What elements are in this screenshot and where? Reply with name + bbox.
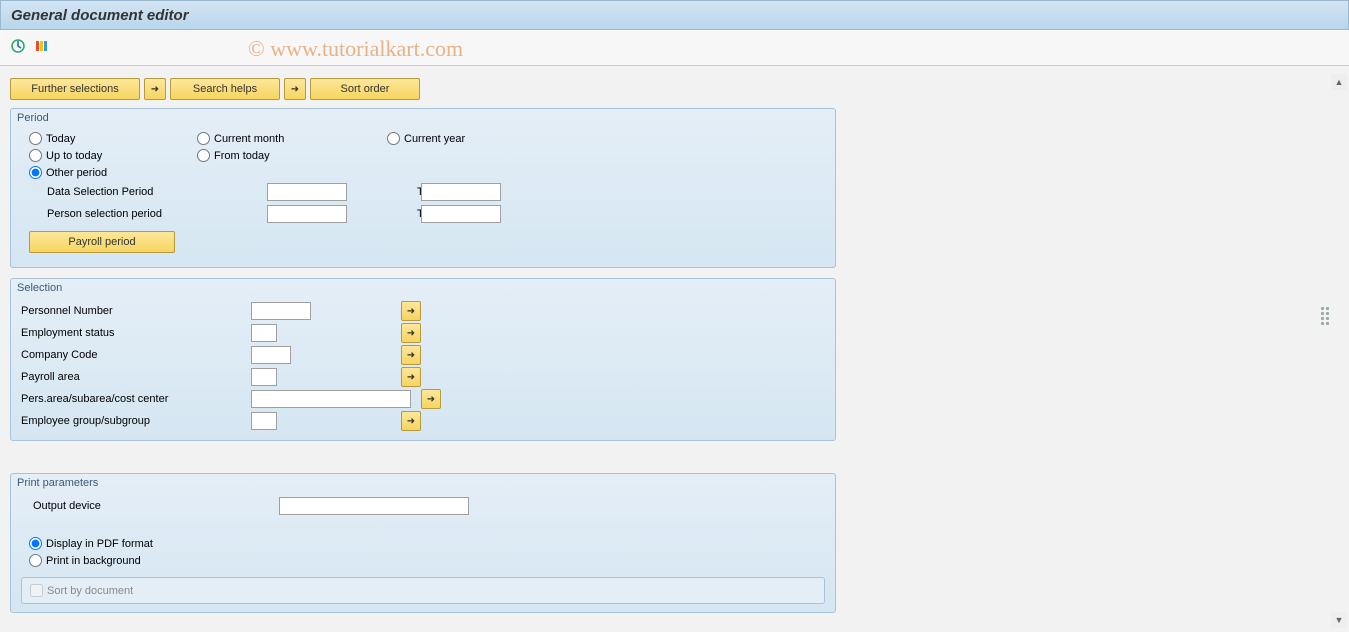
employee-group-input[interactable] [251, 412, 277, 430]
scroll-up-icon[interactable]: ▲ [1331, 74, 1347, 90]
radio-label: From today [214, 150, 270, 162]
page-title: General document editor [11, 7, 189, 24]
search-helps-button[interactable]: Search helps [170, 78, 280, 100]
employee-group-label: Employee group/subgroup [21, 415, 251, 427]
arrow-right-icon [407, 415, 415, 427]
sort-by-document-checkbox: Sort by document [30, 584, 816, 597]
arrow-right-icon [407, 371, 415, 383]
arrow-right-icon [427, 393, 435, 405]
to-label: To [347, 186, 421, 198]
sort-order-arrow-button[interactable] [284, 78, 306, 100]
pers-area-input[interactable] [251, 390, 411, 408]
company-code-label: Company Code [21, 349, 251, 361]
payroll-area-input[interactable] [251, 368, 277, 386]
person-selection-period-label: Person selection period [47, 208, 267, 220]
group-title: Period [11, 109, 835, 130]
radio-display-pdf[interactable]: Display in PDF format [29, 537, 153, 550]
multiple-selection-button[interactable] [401, 345, 421, 365]
arrow-right-icon [291, 83, 299, 95]
arrow-right-icon [407, 327, 415, 339]
resize-grip-icon [1321, 307, 1329, 325]
radio-today[interactable]: Today [29, 132, 197, 145]
arrow-right-icon [407, 349, 415, 361]
payroll-area-label: Payroll area [21, 371, 251, 383]
radio-print-background[interactable]: Print in background [29, 554, 141, 567]
group-title: Selection [11, 279, 835, 300]
company-code-input[interactable] [251, 346, 291, 364]
output-device-label: Output device [29, 500, 279, 512]
radio-label: Up to today [46, 150, 102, 162]
period-group: Period Today Current month Current year … [10, 108, 836, 268]
data-selection-period-label: Data Selection Period [47, 186, 267, 198]
person-selection-from-input[interactable] [267, 205, 347, 223]
radio-label: Display in PDF format [46, 538, 153, 550]
vertical-scrollbar[interactable]: ▲ ▼ [1331, 74, 1347, 628]
print-subgroup: Sort by document [21, 577, 825, 604]
radio-label: Other period [46, 167, 107, 179]
person-selection-to-input[interactable] [421, 205, 501, 223]
pers-area-label: Pers.area/subarea/cost center [21, 393, 251, 405]
personnel-number-label: Personnel Number [21, 305, 251, 317]
radio-current-month[interactable]: Current month [197, 132, 387, 145]
multiple-selection-button[interactable] [401, 323, 421, 343]
radio-current-year[interactable]: Current year [387, 132, 547, 145]
content-area: Further selections Search helps Sort ord… [0, 70, 1349, 632]
group-title: Print parameters [11, 474, 835, 495]
multiple-selection-button[interactable] [401, 411, 421, 431]
radio-label: Current year [404, 133, 465, 145]
to-label: To [347, 208, 421, 220]
multiple-selection-button[interactable] [421, 389, 441, 409]
button-label: Search helps [193, 83, 257, 95]
radio-label: Current month [214, 133, 284, 145]
multiple-selection-button[interactable] [401, 301, 421, 321]
employment-status-label: Employment status [21, 327, 251, 339]
radio-label: Print in background [46, 555, 141, 567]
employment-status-input[interactable] [251, 324, 277, 342]
arrow-right-icon [407, 305, 415, 317]
button-label: Payroll period [68, 236, 135, 248]
data-selection-from-input[interactable] [267, 183, 347, 201]
arrow-right-icon [151, 83, 159, 95]
multiple-selection-button[interactable] [401, 367, 421, 387]
further-selections-button[interactable]: Further selections [10, 78, 140, 100]
radio-up-to-today[interactable]: Up to today [29, 149, 197, 162]
checkbox-label: Sort by document [47, 585, 133, 597]
button-label: Sort order [341, 83, 390, 95]
title-bar: General document editor [0, 0, 1349, 30]
radio-label: Today [46, 133, 75, 145]
search-helps-arrow-button[interactable] [144, 78, 166, 100]
button-label: Further selections [31, 83, 118, 95]
variants-icon[interactable] [34, 38, 50, 57]
toolbar [0, 30, 1349, 66]
output-device-input[interactable] [279, 497, 469, 515]
scroll-down-icon[interactable]: ▼ [1331, 612, 1347, 628]
data-selection-to-input[interactable] [421, 183, 501, 201]
payroll-period-button[interactable]: Payroll period [29, 231, 175, 253]
execute-icon[interactable] [10, 38, 26, 57]
action-button-row: Further selections Search helps Sort ord… [0, 70, 1349, 104]
radio-other-period[interactable]: Other period [29, 166, 197, 179]
selection-group: Selection Personnel Number Employment st… [10, 278, 836, 441]
sort-order-button[interactable]: Sort order [310, 78, 420, 100]
personnel-number-input[interactable] [251, 302, 311, 320]
print-parameters-group: Print parameters Output device Display i… [10, 473, 836, 613]
radio-from-today[interactable]: From today [197, 149, 387, 162]
